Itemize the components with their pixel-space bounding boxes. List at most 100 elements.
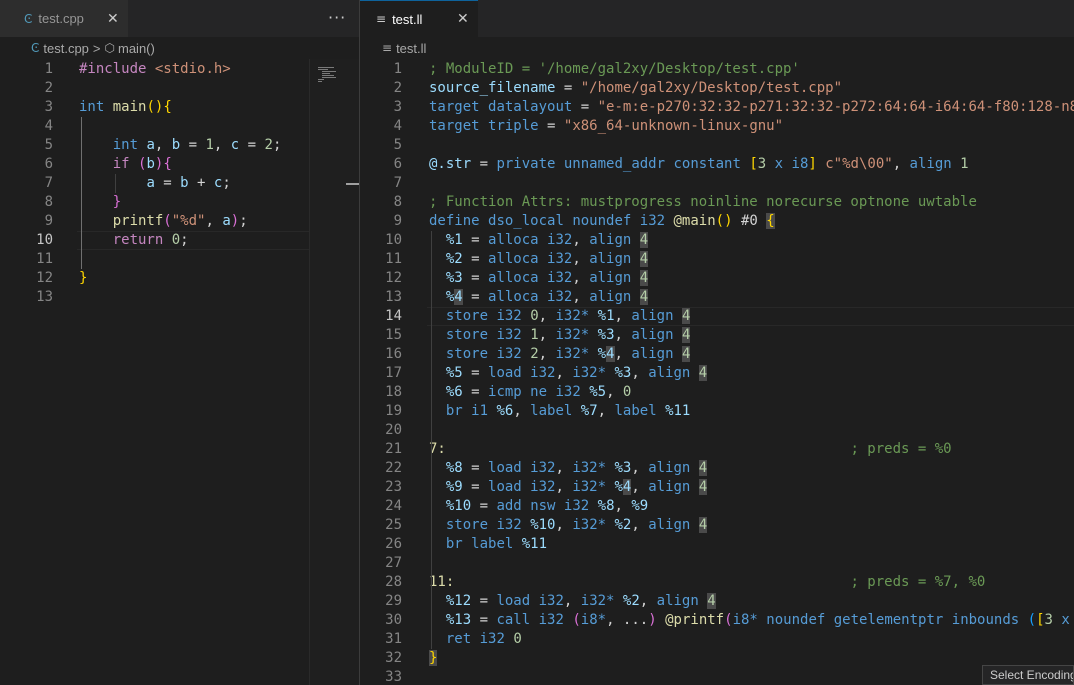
breadcrumb: ≡ test.ll: [360, 37, 1074, 59]
code-text: %13 = call i32 (i8*, ...) @printf(i8* no…: [445, 612, 1070, 628]
code-text: a = b + c;: [146, 175, 231, 191]
code-line[interactable]: 11 %2 = alloca i32, align 4: [360, 250, 1074, 269]
line-number: 10: [36, 232, 53, 248]
indent-guide: [81, 117, 82, 269]
line-number: 2: [44, 80, 53, 96]
line-number: 6: [44, 156, 53, 172]
code-line[interactable]: 6 if (b){: [0, 155, 359, 174]
code-line[interactable]: 33: [360, 668, 1074, 685]
cpp-file-icon: Ͼ: [24, 11, 33, 26]
code-line[interactable]: 26 br label %11: [360, 535, 1074, 554]
code-text: ; Function Attrs: mustprogress noinline …: [429, 194, 977, 210]
code-text: store i32 1, i32* %3, align 4: [445, 327, 691, 343]
line-number: 11: [36, 251, 53, 267]
close-icon[interactable]: ✕: [457, 11, 469, 27]
code-line[interactable]: 6 @.str = private unnamed_addr constant […: [360, 155, 1074, 174]
line-number: 19: [385, 403, 402, 419]
code-line[interactable]: 9 printf("%d", a);: [0, 212, 359, 231]
minimap-line: [322, 73, 330, 74]
code-line[interactable]: 32}: [360, 649, 1074, 668]
code-line[interactable]: 27: [360, 554, 1074, 573]
line-number: 13: [385, 289, 402, 305]
code-text: target triple = "x86_64-unknown-linux-gn…: [429, 118, 784, 134]
code-line[interactable]: 25 store i32 %10, i32* %2, align 4: [360, 516, 1074, 535]
breadcrumb-file[interactable]: test.ll: [396, 41, 426, 56]
code-line[interactable]: 20: [360, 421, 1074, 440]
cpp-file-icon: Ͼ: [31, 41, 40, 55]
code-text: %10 = add nsw i32 %8, %9: [445, 498, 649, 514]
code-line[interactable]: 5 int a, b = 1, c = 2;: [0, 136, 359, 155]
minimap-line: [318, 79, 324, 80]
code-line[interactable]: 7 a = b + c;: [0, 174, 359, 193]
line-number: 3: [44, 99, 53, 115]
code-text: 11: ; preds = %7, %0: [429, 574, 986, 590]
code-line[interactable]: 29 %12 = load i32, i32* %2, align 4: [360, 592, 1074, 611]
line-number: 31: [385, 631, 402, 647]
right-code-editor[interactable]: 1 ; ModuleID = '/home/gal2xy/Desktop/test…: [360, 59, 1074, 685]
code-line[interactable]: 30 %13 = call i32 (i8*, ...) @printf(i8*…: [360, 611, 1074, 630]
line-number: 10: [385, 232, 402, 248]
code-line[interactable]: 2 source_filename = "/home/gal2xy/Desktop…: [360, 79, 1074, 98]
code-line[interactable]: 13: [0, 288, 359, 307]
line-number: 11: [385, 251, 402, 267]
code-line[interactable]: 12}: [0, 269, 359, 288]
line-number: 2: [393, 80, 402, 96]
code-line[interactable]: 17 %5 = load i32, i32* %3, align 4: [360, 364, 1074, 383]
line-number: 1: [393, 61, 402, 77]
select-encoding-tooltip[interactable]: Select Encoding: [982, 665, 1074, 685]
code-line[interactable]: 10 return 0;: [0, 231, 359, 250]
code-text: return 0;: [112, 232, 189, 248]
code-text: 7: ; preds = %0: [429, 441, 952, 457]
code-line[interactable]: 13 %4 = alloca i32, align 4: [360, 288, 1074, 307]
scrollbar-marker[interactable]: [346, 183, 359, 185]
code-line[interactable]: 4 target triple = "x86_64-unknown-linux-g…: [360, 117, 1074, 136]
code-text: %2 = alloca i32, align 4: [445, 251, 649, 267]
code-line[interactable]: 4: [0, 117, 359, 136]
code-line[interactable]: 21 7: ; preds = %0: [360, 440, 1074, 459]
breadcrumb-file[interactable]: test.cpp: [43, 41, 89, 56]
close-icon[interactable]: ✕: [107, 11, 119, 27]
code-line[interactable]: 18 %6 = icmp ne i32 %5, 0: [360, 383, 1074, 402]
more-actions-icon[interactable]: ···: [328, 8, 346, 27]
code-line[interactable]: 12 %3 = alloca i32, align 4: [360, 269, 1074, 288]
line-number: 13: [36, 289, 53, 305]
code-line[interactable]: 22 %8 = load i32, i32* %3, align 4: [360, 459, 1074, 478]
line-number: 20: [385, 422, 402, 438]
minimap-line: [318, 67, 330, 68]
code-line[interactable]: 3 int main(){: [0, 98, 359, 117]
code-line[interactable]: 10 %1 = alloca i32, align 4: [360, 231, 1074, 250]
line-number: 30: [385, 612, 402, 628]
code-line[interactable]: 16 store i32 2, i32* %4, align 4: [360, 345, 1074, 364]
code-line[interactable]: 28 11: ; preds = %7, %0: [360, 573, 1074, 592]
code-line[interactable]: 9 define dso_local noundef i32 @main() #0…: [360, 212, 1074, 231]
code-line[interactable]: 31 ret i32 0: [360, 630, 1074, 649]
code-line[interactable]: 2: [0, 79, 359, 98]
line-number: 28: [385, 574, 402, 590]
code-text: ret i32 0: [445, 631, 522, 647]
code-line[interactable]: 14 store i32 0, i32* %1, align 4: [360, 307, 1074, 326]
code-line[interactable]: 7: [360, 174, 1074, 193]
code-line[interactable]: 5: [360, 136, 1074, 155]
code-line[interactable]: 23 %9 = load i32, i32* %4, align 4: [360, 478, 1074, 497]
code-line[interactable]: 8 ; Function Attrs: mustprogress noinline…: [360, 193, 1074, 212]
breadcrumb-symbol[interactable]: main(): [118, 41, 155, 56]
code-line[interactable]: 1 #include <stdio.h>: [0, 60, 359, 79]
code-line[interactable]: 3 target datalayout = "e-m:e-p270:32:32-p…: [360, 98, 1074, 117]
code-line[interactable]: 8 }: [0, 193, 359, 212]
tab-test-ll[interactable]: ≡ test.ll ✕: [360, 0, 478, 37]
line-number: 33: [385, 669, 402, 685]
left-tab-bar: Ͼ test.cpp ✕ ···: [0, 0, 359, 37]
code-line[interactable]: 24 %10 = add nsw i32 %8, %9: [360, 497, 1074, 516]
code-line[interactable]: 19 br i1 %6, label %7, label %11: [360, 402, 1074, 421]
line-number: 25: [385, 517, 402, 533]
minimap[interactable]: [309, 59, 360, 685]
code-text: if (b){: [112, 156, 172, 172]
text-file-icon: ≡: [382, 41, 393, 55]
code-line[interactable]: 15 store i32 1, i32* %3, align 4: [360, 326, 1074, 345]
line-number: 3: [393, 99, 402, 115]
left-code-editor[interactable]: 1 #include <stdio.h> 2 3 int main(){4 5 int a…: [0, 59, 359, 685]
tab-test-cpp[interactable]: Ͼ test.cpp ✕: [0, 0, 128, 37]
code-text: %8 = load i32, i32* %3, align 4: [445, 460, 708, 476]
code-line[interactable]: 11: [0, 250, 359, 269]
code-line[interactable]: 1 ; ModuleID = '/home/gal2xy/Desktop/test…: [360, 60, 1074, 79]
